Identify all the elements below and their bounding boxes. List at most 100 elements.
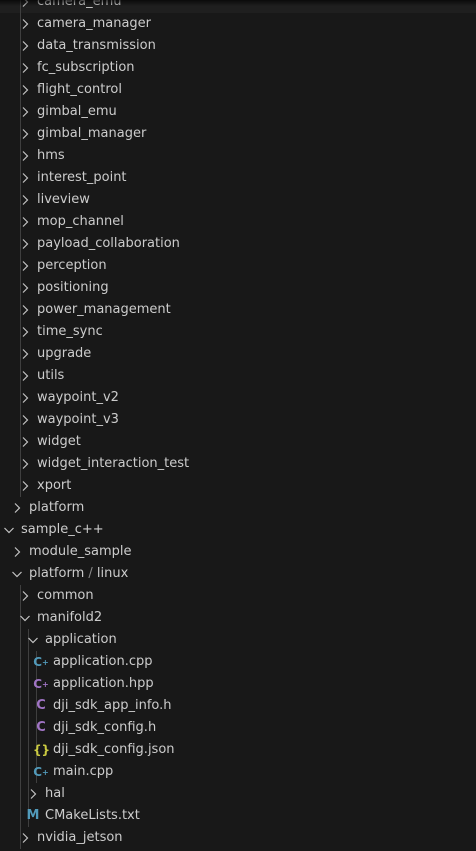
chevron-right-icon[interactable] [16,387,32,409]
folder-item-camera-manager[interactable]: camera_manager [0,13,476,35]
folder-item-utils[interactable]: utils [0,365,476,387]
chevron-right-icon[interactable] [16,365,32,387]
chevron-right-icon[interactable] [16,299,32,321]
tree-item-label: upgrade [37,343,91,365]
folder-item-fc-subscription[interactable]: fc_subscription [0,57,476,79]
folder-item-hal[interactable]: hal [0,783,476,805]
tree-item-label: application [45,629,117,651]
file-item-dji-sdk-app-info-h[interactable]: Cdji_sdk_app_info.h [0,695,476,717]
label-text: gimbal_emu [37,104,117,119]
folder-item-data-transmission[interactable]: data_transmission [0,35,476,57]
chevron-right-icon[interactable] [16,57,32,79]
folder-item-upgrade[interactable]: upgrade [0,343,476,365]
tree-item-label: manifold2 [37,607,102,629]
chevron-right-icon[interactable] [16,13,32,35]
label-text: application.cpp [53,654,153,669]
chevron-right-icon[interactable] [16,79,32,101]
file-item-dji-sdk-config-json[interactable]: {} dji_sdk_config.json [0,739,476,761]
chevron-right-icon[interactable] [16,277,32,299]
folder-item-flight-control[interactable]: flight_control [0,79,476,101]
chevron-right-icon[interactable] [16,189,32,211]
chevron-right-icon[interactable] [8,541,24,563]
chevron-right-icon[interactable] [16,827,32,849]
folder-item-payload-collaboration[interactable]: payload_collaboration [0,233,476,255]
chevron-right-icon[interactable] [16,585,32,607]
chevron-right-icon[interactable] [16,431,32,453]
label-text: camera_emu [37,0,122,9]
file-item-cmakelists-txt[interactable]: M CMakeLists.txt [0,805,476,827]
tree-item-label: module_sample [29,541,131,563]
tree-item-label: waypoint_v3 [37,409,119,431]
folder-item-waypoint-v2[interactable]: waypoint_v2 [0,387,476,409]
tree-item-label: camera_emu [37,0,122,13]
folder-item-waypoint-v3[interactable]: waypoint_v3 [0,409,476,431]
folder-item-gimbal-emu[interactable]: gimbal_emu [0,101,476,123]
folder-item-mop-channel[interactable]: mop_channel [0,211,476,233]
folder-item-widget[interactable]: widget [0,431,476,453]
indent-guide [20,717,21,739]
chevron-down-icon[interactable] [24,629,40,651]
folder-item-common[interactable]: common [0,585,476,607]
chevron-right-icon[interactable] [16,475,32,497]
chevron-right-icon[interactable] [16,255,32,277]
tree-item-label: liveview [37,189,90,211]
folder-item-platform[interactable]: platform [0,497,476,519]
chevron-right-icon[interactable] [16,211,32,233]
chevron-right-icon[interactable] [16,101,32,123]
tree-item-label: widget_interaction_test [37,453,189,475]
folder-item-module-sample[interactable]: module_sample [0,541,476,563]
chevron-right-icon[interactable] [16,409,32,431]
chevron-right-icon[interactable] [16,343,32,365]
folder-item-liveview[interactable]: liveview [0,189,476,211]
tree-item-label: hms [37,145,65,167]
chevron-right-icon[interactable] [16,453,32,475]
chevron-right-icon[interactable] [16,233,32,255]
folder-item-positioning[interactable]: positioning [0,277,476,299]
label-text: widget [37,434,81,449]
cmake-file-icon: M [26,808,40,823]
chevron-down-icon[interactable] [8,563,24,585]
folder-item-gimbal-manager[interactable]: gimbal_manager [0,123,476,145]
chevron-right-icon[interactable] [16,35,32,57]
tree-item-label: payload_collaboration [37,233,180,255]
indent-guide [20,739,21,761]
folder-item-xport[interactable]: xport [0,475,476,497]
tree-item-label: fc_subscription [37,57,135,79]
folder-item-interest-point[interactable]: interest_point [0,167,476,189]
folder-item-camera-emu[interactable]: camera_emu [0,0,476,13]
folder-item-widget-interaction-test[interactable]: widget_interaction_test [0,453,476,475]
chevron-right-icon[interactable] [16,0,32,13]
tree-item-label: sample_c++ [21,519,104,541]
folder-item-application[interactable]: application [0,629,476,651]
tree-item-label: positioning [37,277,109,299]
chevron-right-icon[interactable] [24,783,40,805]
folder-item-power-management[interactable]: power_management [0,299,476,321]
tree-item-label: perception [37,255,107,277]
folder-item-manifold2[interactable]: manifold2 [0,607,476,629]
chevron-right-icon[interactable] [16,167,32,189]
folder-item-platform-linux[interactable]: platform / linux [0,563,476,585]
tree-item-label: platform [29,497,84,519]
tree-item-label: waypoint_v2 [37,387,119,409]
chevron-down-icon[interactable] [16,607,32,629]
file-item-application-cpp[interactable]: C+ application.cpp [0,651,476,673]
label-text: interest_point [37,170,127,185]
chevron-down-icon[interactable] [0,519,16,541]
file-item-dji-sdk-config-h[interactable]: Cdji_sdk_config.h [0,717,476,739]
folder-item-nvidia-jetson[interactable]: nvidia_jetson [0,827,476,849]
file-item-application-hpp[interactable]: C+ application.hpp [0,673,476,695]
label-text: liveview [37,192,90,207]
folder-item-sample-c[interactable]: sample_c++ [0,519,476,541]
chevron-right-icon[interactable] [16,321,32,343]
indent-guide [20,783,21,805]
chevron-right-icon[interactable] [8,497,24,519]
label-text: CMakeLists.txt [45,808,140,823]
folder-item-time-sync[interactable]: time_sync [0,321,476,343]
file-item-main-cpp[interactable]: C+ main.cpp [0,761,476,783]
folder-item-perception[interactable]: perception [0,255,476,277]
folder-item-hms[interactable]: hms [0,145,476,167]
label-text: upgrade [37,346,92,361]
label-text: application.hpp [53,676,154,691]
chevron-right-icon[interactable] [16,123,32,145]
chevron-right-icon[interactable] [16,145,32,167]
